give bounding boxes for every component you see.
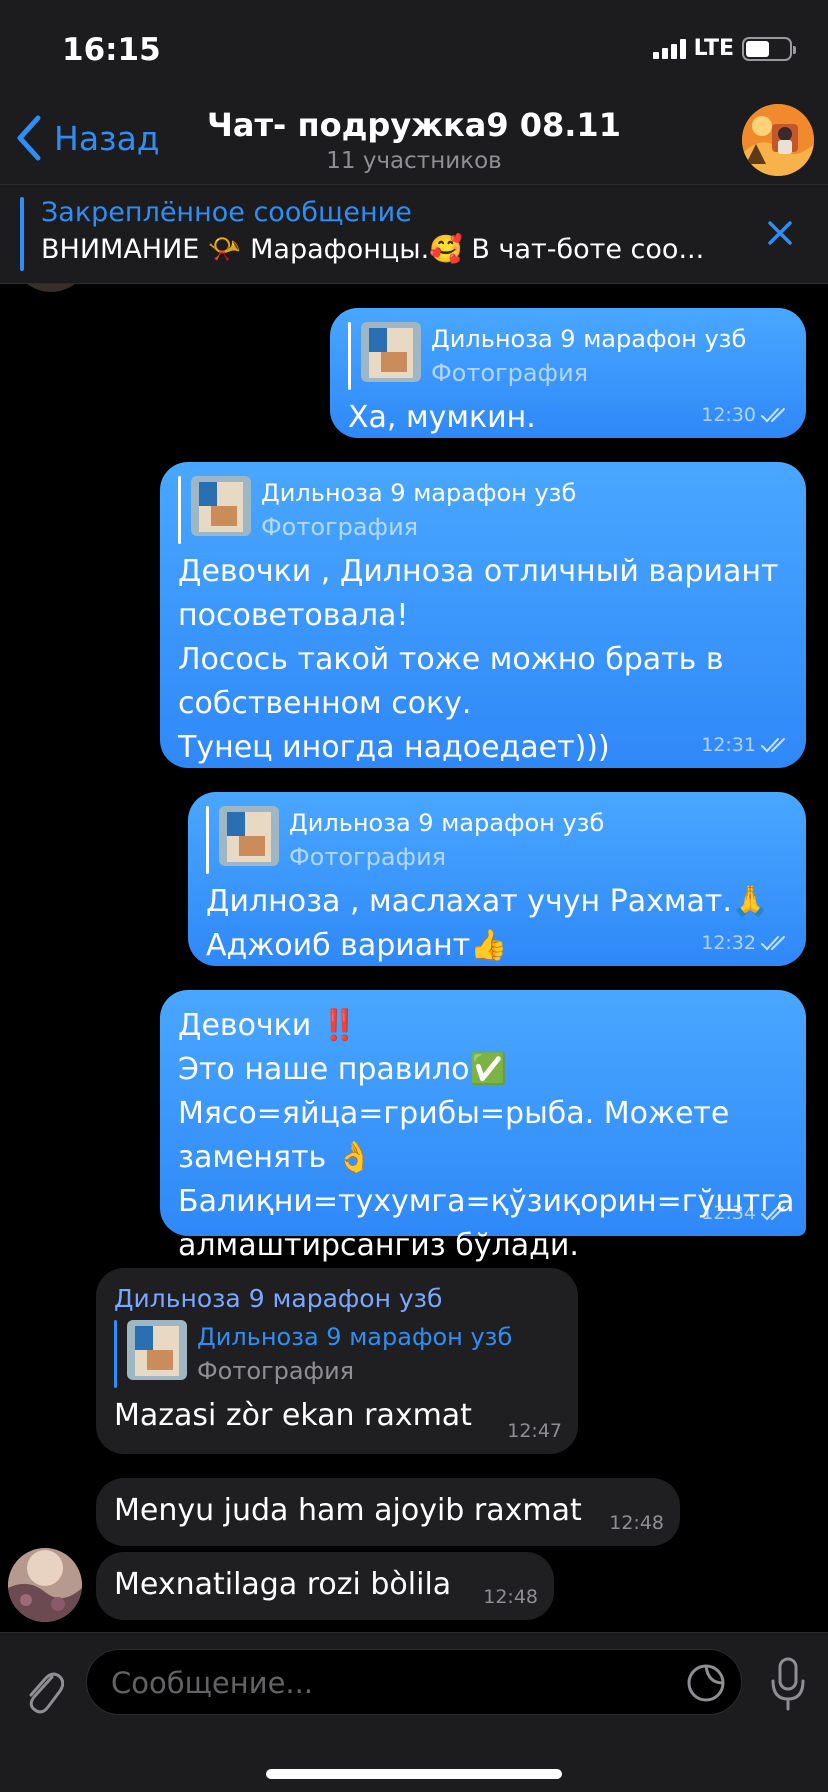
photo-thumbnail — [191, 476, 251, 536]
signal-icon — [652, 38, 686, 59]
chat-header: Назад Чат- подружка9 08.11 11 участников — [0, 100, 828, 184]
message-meta: 12:30 — [701, 404, 790, 426]
message-list[interactable]: Дильноза 9 марафон узб Фотография Ха, му… — [0, 284, 828, 1632]
message-placeholder: Сообщение... — [111, 1666, 314, 1700]
photo-thumbnail — [127, 1320, 187, 1380]
status-bar: 16:15 LTE — [0, 0, 828, 100]
message-meta: 12:48 — [483, 1586, 538, 1608]
reply-author: Дильноза 9 марафон узб — [431, 325, 747, 353]
reply-preview[interactable]: Дильноза 9 марафон узб Фотография — [206, 806, 788, 874]
message-meta: 12:34 — [701, 1202, 790, 1224]
message-time: 12:47 — [507, 1420, 562, 1442]
reply-preview[interactable]: Дильноза 9 марафон узб Фотография — [114, 1320, 560, 1388]
message-text: Дилноза , маслахат учун Рахмат.🙏 Аджоиб … — [206, 884, 770, 963]
pinned-text: ВНИМАНИЕ 📯 Марафонцы.🥰 В чат-боте соо... — [41, 234, 705, 265]
message-text: Mexnatilaga rozi bòlila — [114, 1567, 452, 1602]
pinned-indicator — [20, 197, 24, 271]
message-meta: 12:32 — [701, 932, 790, 954]
group-avatar[interactable] — [742, 104, 814, 176]
reply-type: Фотография — [197, 1357, 355, 1385]
message-time: 12:48 — [609, 1512, 664, 1534]
reply-author: Дильноза 9 марафон узб — [261, 479, 577, 507]
reply-type: Фотография — [431, 359, 589, 387]
message-time: 12:32 — [701, 932, 756, 954]
network-type: LTE — [693, 36, 734, 61]
message-text: Девочки ‼️ Это наше правило✅ Мясо=яйца=г… — [178, 1008, 795, 1263]
sticker-icon[interactable] — [685, 1662, 727, 1704]
message-bubble-incoming[interactable]: Mexnatilaga rozi bòlila 12:48 — [96, 1552, 554, 1620]
photo-thumbnail — [219, 806, 279, 866]
close-icon[interactable] — [762, 215, 798, 251]
message-bubble-incoming[interactable]: Menyu juda ham ajoyib raxmat 12:48 — [96, 1478, 680, 1546]
reply-author: Дильноза 9 марафон узб — [289, 809, 605, 837]
message-text: Mazasi zòr ekan raxmat — [114, 1398, 472, 1433]
chat-title[interactable]: Чат- подружка9 08.11 — [0, 106, 828, 144]
message-bubble-outgoing[interactable]: Девочки ‼️ Это наше правило✅ Мясо=яйца=г… — [160, 990, 806, 1263]
reply-preview[interactable]: Дильноза 9 марафон узб Фотография — [348, 322, 788, 390]
paperclip-icon[interactable] — [22, 1663, 64, 1715]
double-check-icon — [761, 408, 785, 423]
photo-thumbnail — [361, 322, 421, 382]
message-time: 12:31 — [701, 734, 756, 756]
status-time: 16:15 — [62, 32, 161, 68]
reply-preview[interactable]: Дильноза 9 марафон узб Фотография — [178, 476, 788, 544]
sender-name[interactable]: Дильноза 9 марафон узб — [114, 1282, 560, 1316]
reply-type: Фотография — [289, 843, 447, 871]
pinned-title: Закреплённое сообщение — [41, 197, 412, 228]
double-check-icon — [761, 1206, 785, 1221]
message-time: 12:30 — [701, 404, 756, 426]
battery-icon — [742, 36, 796, 61]
avatar[interactable] — [8, 1548, 82, 1622]
message-bubble-outgoing[interactable]: Дильноза 9 марафон узб Фотография Дилноз… — [188, 792, 806, 966]
pinned-message[interactable]: Закреплённое сообщение ВНИМАНИЕ 📯 Марафо… — [0, 184, 828, 284]
message-time: 12:34 — [701, 1202, 756, 1224]
message-text: Menyu juda ham ajoyib raxmat — [114, 1493, 582, 1528]
double-check-icon — [761, 738, 785, 753]
chat-subtitle: 11 участников — [326, 148, 502, 174]
message-bubble-incoming[interactable]: Дильноза 9 марафон узб Дильноза 9 марафо… — [96, 1268, 578, 1454]
double-check-icon — [761, 936, 785, 951]
message-bubble-outgoing[interactable]: Дильноза 9 марафон узб Фотография Ха, му… — [330, 308, 806, 438]
microphone-icon[interactable] — [770, 1657, 806, 1713]
message-time: 12:48 — [483, 1586, 538, 1608]
message-bubble-outgoing[interactable]: Дильноза 9 марафон узб Фотография Девочк… — [160, 462, 806, 768]
avatar — [12, 284, 90, 292]
reply-type: Фотография — [261, 513, 419, 541]
composer: Сообщение... — [0, 1632, 828, 1792]
message-meta: 12:48 — [609, 1512, 664, 1534]
message-text: Девочки , Дилноза отличный вариант посов… — [178, 554, 779, 765]
home-indicator — [266, 1769, 562, 1779]
reply-author: Дильноза 9 марафон узб — [197, 1323, 513, 1351]
message-meta: 12:31 — [701, 734, 790, 756]
message-meta: 12:47 — [507, 1420, 562, 1442]
message-input[interactable]: Сообщение... — [86, 1649, 742, 1715]
status-indicators: LTE — [652, 36, 796, 61]
